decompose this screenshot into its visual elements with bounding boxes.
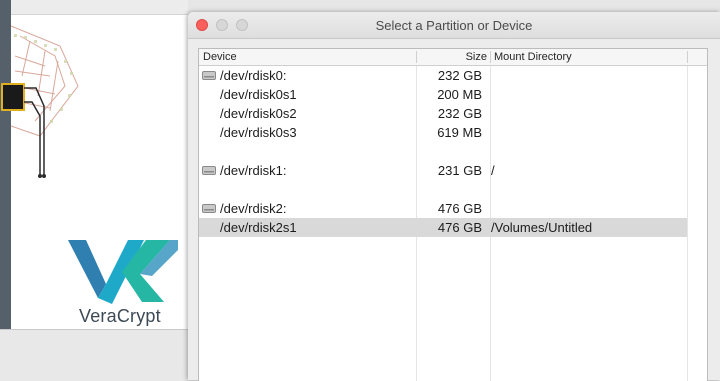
table-row[interactable]: /dev/rdisk1: 231 GB / [199, 161, 687, 180]
veracrypt-main-window: VeraCrypt [0, 0, 188, 329]
device-table[interactable]: Device Size Mount Directory /dev/rdisk0:… [198, 48, 708, 381]
main-window-footer [0, 329, 188, 381]
device-name: /dev/rdisk2: [220, 201, 287, 216]
device-name: /dev/rdisk0s3 [220, 125, 297, 140]
select-device-dialog: Select a Partition or Device Device Size… [188, 12, 720, 381]
device-size: 200 MB [437, 87, 482, 102]
column-header-size[interactable]: Size [417, 51, 487, 63]
column-divider[interactable] [687, 51, 688, 63]
table-row[interactable]: /dev/rdisk0s1 200 MB [199, 85, 687, 104]
dialog-titlebar[interactable]: Select a Partition or Device [188, 12, 720, 39]
device-name: /dev/rdisk1: [220, 163, 287, 178]
table-header: Device Size Mount Directory [199, 49, 707, 66]
column-header-mount-directory[interactable]: Mount Directory [494, 51, 572, 63]
device-size: 476 GB [437, 220, 482, 235]
main-window-toolbar [0, 0, 188, 15]
device-size: 619 MB [437, 125, 482, 140]
chip-illustration [1, 25, 79, 178]
mount-directory: / [491, 163, 495, 178]
device-size: 232 GB [437, 106, 482, 121]
hard-disk-icon [202, 204, 216, 213]
table-row[interactable]: /dev/rdisk0s2 232 GB [199, 104, 687, 123]
dialog-title: Select a Partition or Device [375, 18, 533, 33]
mount-directory: /Volumes/Untitled [491, 220, 593, 235]
column-gridline [687, 66, 688, 381]
hard-disk-icon [202, 71, 216, 80]
table-row-selected[interactable]: /dev/rdisk2s1 476 GB /Volumes/Untitled [199, 218, 687, 237]
device-name: /dev/rdisk0: [220, 68, 287, 83]
table-row[interactable]: /dev/rdisk0: 232 GB [199, 66, 687, 85]
device-name: /dev/rdisk0s2 [220, 106, 297, 121]
table-row[interactable]: /dev/rdisk0s3 619 MB [199, 123, 687, 142]
table-row[interactable]: /dev/rdisk2: 476 GB [199, 199, 687, 218]
veracrypt-logo-icon [68, 240, 178, 304]
brand-name: VeraCrypt [79, 306, 161, 326]
hard-disk-icon [202, 166, 216, 175]
column-divider[interactable] [490, 51, 491, 63]
column-header-device[interactable]: Device [203, 51, 237, 63]
device-name: /dev/rdisk2s1 [220, 220, 297, 235]
device-name: /dev/rdisk0s1 [220, 87, 297, 102]
device-size: 232 GB [437, 68, 482, 83]
device-size: 231 GB [437, 163, 482, 178]
device-size: 476 GB [437, 201, 482, 216]
